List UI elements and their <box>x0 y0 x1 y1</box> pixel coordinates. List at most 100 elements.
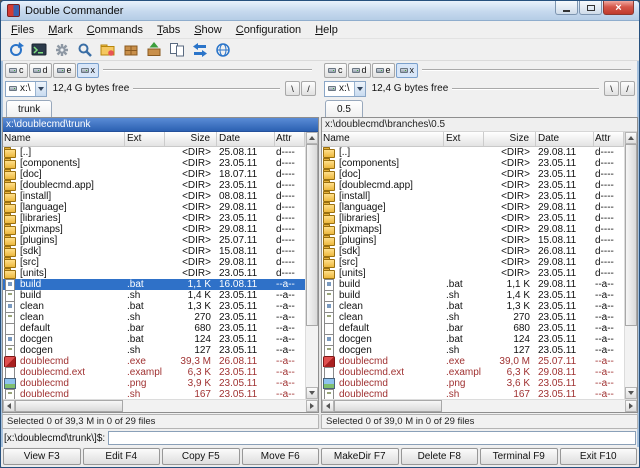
file-row[interactable]: build.bat1,1 K16.08.11--a-- <box>3 279 305 290</box>
sync-dirs-button[interactable] <box>189 40 210 60</box>
dir-row[interactable]: [doublecmd.app]<DIR>23.05.11d---- <box>322 180 624 191</box>
file-row[interactable]: build.bat1,1 K29.08.11--a-- <box>322 279 624 290</box>
dir-row[interactable]: [pixmaps]<DIR>29.08.11d---- <box>3 224 305 235</box>
column-header-ext[interactable]: Ext <box>125 132 165 146</box>
dir-row[interactable]: [src]<DIR>29.08.11d---- <box>322 257 624 268</box>
fkey-button-f4[interactable]: Edit F4 <box>83 448 161 465</box>
menu-show[interactable]: Show <box>187 23 229 37</box>
menu-commands[interactable]: Commands <box>80 23 150 37</box>
file-row[interactable]: doublecmd.png3,9 K23.05.11--a-- <box>3 378 305 389</box>
file-row[interactable]: doublecmd.ext.exampl6,3 K29.08.11--a-- <box>322 367 624 378</box>
file-row[interactable]: doublecmd.exe39,3 M26.08.11--a-- <box>3 356 305 367</box>
drive-button-e[interactable]: e <box>53 63 76 78</box>
drive-button-d[interactable]: d <box>348 63 371 78</box>
fkey-button-f8[interactable]: Delete F8 <box>401 448 479 465</box>
drive-button-c[interactable]: c <box>5 63 28 78</box>
file-row[interactable]: default.bar68023.05.11--a-- <box>322 323 624 334</box>
file-row[interactable]: doublecmd.sh16723.05.11--a-- <box>3 389 305 399</box>
dir-row[interactable]: [language]<DIR>29.08.11d---- <box>322 202 624 213</box>
title-bar[interactable]: Double Commander × <box>1 1 639 21</box>
parent-dir-button-right[interactable]: / <box>620 81 635 96</box>
dir-row[interactable]: [sdk]<DIR>15.08.11d---- <box>3 246 305 257</box>
dir-row[interactable]: [components]<DIR>23.05.11d---- <box>322 158 624 169</box>
file-row[interactable]: clean.bat1,3 K23.05.11--a-- <box>322 301 624 312</box>
tab-trunk[interactable]: trunk <box>6 100 52 117</box>
drive-button-x[interactable]: x <box>77 63 100 78</box>
scroll-up-arrow[interactable] <box>625 132 637 144</box>
column-header-size[interactable]: Size <box>165 132 217 146</box>
unpack-button[interactable] <box>143 40 164 60</box>
dir-row[interactable]: [components]<DIR>23.05.11d---- <box>3 158 305 169</box>
dir-row[interactable]: [units]<DIR>23.05.11d---- <box>3 268 305 279</box>
file-row[interactable]: doublecmd.sh16723.05.11--a-- <box>322 389 624 399</box>
drive-selector-right[interactable]: x:\ <box>324 81 366 97</box>
fkey-button-f9[interactable]: Terminal F9 <box>480 448 558 465</box>
drive-selector-left[interactable]: x:\ <box>5 81 47 97</box>
menu-mark[interactable]: Mark <box>41 23 79 37</box>
dir-row[interactable]: [sdk]<DIR>26.08.11d---- <box>322 246 624 257</box>
scrollbar-track[interactable] <box>442 400 625 412</box>
column-header-attr[interactable]: Attr <box>594 132 624 146</box>
file-row[interactable]: clean.sh27023.05.11--a-- <box>3 312 305 323</box>
drive-button-x[interactable]: x <box>396 63 419 78</box>
drive-button-c[interactable]: c <box>324 63 347 78</box>
menu-files[interactable]: Files <box>4 23 41 37</box>
scroll-up-arrow[interactable] <box>306 132 318 144</box>
menu-configuration[interactable]: Configuration <box>229 23 308 37</box>
options-button[interactable] <box>51 40 72 60</box>
refresh-button[interactable] <box>5 40 26 60</box>
pack-button[interactable] <box>120 40 141 60</box>
scrollbar-thumb[interactable] <box>625 144 637 326</box>
scroll-right-arrow[interactable] <box>625 400 637 412</box>
file-row[interactable]: doublecmd.ext.exampl6,3 K23.05.11--a-- <box>3 367 305 378</box>
dir-row[interactable]: [doublecmd.app]<DIR>23.05.11d---- <box>3 180 305 191</box>
file-row[interactable]: build.sh1,4 K23.05.11--a-- <box>322 290 624 301</box>
fkey-button-f5[interactable]: Copy F5 <box>162 448 240 465</box>
menu-help[interactable]: Help <box>308 23 345 37</box>
file-row[interactable]: clean.sh27023.05.11--a-- <box>322 312 624 323</box>
dir-row[interactable]: [src]<DIR>29.08.11d---- <box>3 257 305 268</box>
file-row[interactable]: default.bar68023.05.11--a-- <box>3 323 305 334</box>
root-dir-button-right[interactable]: \ <box>604 81 619 96</box>
column-header-name[interactable]: Name <box>3 132 125 146</box>
scrollbar-thumb[interactable] <box>15 400 123 412</box>
network-connect-button[interactable] <box>212 40 233 60</box>
scroll-left-arrow[interactable] <box>322 400 334 412</box>
dir-row[interactable]: [pixmaps]<DIR>29.08.11d---- <box>322 224 624 235</box>
scroll-right-arrow[interactable] <box>306 400 318 412</box>
dir-row[interactable]: [units]<DIR>23.05.11d---- <box>322 268 624 279</box>
tab-05[interactable]: 0.5 <box>325 100 363 117</box>
root-dir-button-left[interactable]: \ <box>285 81 300 96</box>
dir-row[interactable]: [libraries]<DIR>23.05.11d---- <box>3 213 305 224</box>
file-row[interactable]: build.sh1,4 K23.05.11--a-- <box>3 290 305 301</box>
scrollbar-thumb[interactable] <box>306 144 318 326</box>
vertical-scrollbar-right[interactable] <box>624 132 637 399</box>
column-header-date[interactable]: Date <box>217 132 275 146</box>
command-input[interactable] <box>108 431 636 445</box>
compare-button[interactable] <box>166 40 187 60</box>
scroll-down-arrow[interactable] <box>625 387 637 399</box>
dir-row[interactable]: [language]<DIR>29.08.11d---- <box>3 202 305 213</box>
drive-button-e[interactable]: e <box>372 63 395 78</box>
path-bar-right[interactable]: x:\doublecmd\branches\0.5 <box>322 118 637 132</box>
column-header-size[interactable]: Size <box>484 132 536 146</box>
search-button[interactable] <box>74 40 95 60</box>
file-row[interactable]: doublecmd.exe39,0 M25.07.11--a-- <box>322 356 624 367</box>
file-row[interactable]: clean.bat1,3 K23.05.11--a-- <box>3 301 305 312</box>
vertical-scrollbar-left[interactable] <box>305 132 318 399</box>
menu-tabs[interactable]: Tabs <box>150 23 187 37</box>
fkey-button-f3[interactable]: View F3 <box>3 448 81 465</box>
drive-button-d[interactable]: d <box>29 63 52 78</box>
file-row[interactable]: docgen.sh12723.05.11--a-- <box>322 345 624 356</box>
scrollbar-track[interactable] <box>306 326 318 387</box>
dir-row[interactable]: [libraries]<DIR>23.05.11d---- <box>322 213 624 224</box>
directory-hotlist-button[interactable] <box>97 40 118 60</box>
dir-row[interactable]: [doc]<DIR>23.05.11d---- <box>322 169 624 180</box>
dir-row[interactable]: [install]<DIR>08.08.11d---- <box>3 191 305 202</box>
close-button[interactable]: × <box>603 1 634 15</box>
scroll-left-arrow[interactable] <box>3 400 15 412</box>
dir-row[interactable]: [plugins]<DIR>15.08.11d---- <box>322 235 624 246</box>
column-header-ext[interactable]: Ext <box>444 132 484 146</box>
column-header-attr[interactable]: Attr <box>275 132 305 146</box>
column-header-name[interactable]: Name <box>322 132 444 146</box>
